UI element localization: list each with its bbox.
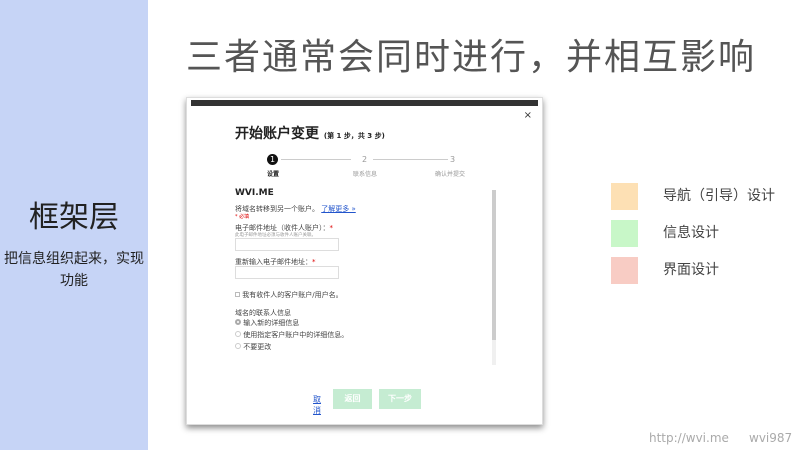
interface-swatch	[611, 257, 638, 284]
footer-author: wvi987	[749, 431, 793, 445]
email-input[interactable]	[235, 238, 339, 251]
reenter-label: 重新输入电子邮件地址：	[235, 258, 312, 266]
step-3-label: 确认并提交	[435, 171, 466, 178]
scrollbar[interactable]	[492, 190, 496, 365]
step-line	[373, 159, 448, 160]
layer-description: 把信息组织起来，实现功能	[4, 251, 144, 289]
radio-label: 不要更改	[243, 343, 272, 351]
radio-new[interactable]	[235, 319, 241, 325]
back-button[interactable]: 返回	[333, 389, 372, 409]
contact-heading: 域名的联系人信息	[235, 309, 291, 317]
step-info: (第 1 步，共 3 步)	[323, 132, 385, 140]
legend-label: 信息设计	[663, 225, 719, 241]
legend-label: 导航（引导）设计	[663, 188, 775, 204]
stepper: 1 2 3 设置 联系信息 确认并提交	[267, 154, 467, 178]
reenter-email-input[interactable]	[235, 266, 339, 279]
dialog-screenshot: × 开始账户变更 (第 1 步，共 3 步) 1 2 3 设置 联系信息 确认并…	[186, 97, 543, 425]
radio-existing[interactable]	[235, 331, 241, 337]
account-checkbox[interactable]	[235, 292, 240, 297]
step-2: 2	[361, 155, 368, 164]
learn-more-link[interactable]: 了解更多 »	[321, 205, 356, 213]
top-bar	[191, 100, 538, 106]
slide-title: 三者通常会同时进行，并相互影响	[186, 37, 757, 78]
email-label: 电子邮件地址（收件人账户）：	[235, 224, 330, 232]
step-1: 1	[267, 154, 278, 165]
domain-name: WVI.ME	[235, 188, 274, 198]
scroll-thumb[interactable]	[492, 190, 496, 340]
radio-label: 输入新的详细信息	[243, 319, 300, 327]
legend-label: 界面设计	[663, 262, 719, 278]
checkbox-label: 我有收件人的客户账户/用户名。	[242, 291, 343, 299]
form-area: WVI.ME 将域名转移到另一个账户。 了解更多 » * 必填 电子邮件地址（收…	[235, 188, 495, 368]
required-asterisk: *	[329, 224, 334, 232]
left-panel: 框架层 把信息组织起来，实现功能	[0, 0, 148, 450]
radio-no-change[interactable]	[235, 343, 241, 349]
heading-text: 开始账户变更	[235, 126, 319, 142]
information-swatch	[611, 220, 638, 247]
close-icon[interactable]: ×	[524, 110, 532, 121]
layer-title: 框架层	[29, 200, 119, 235]
step-line	[281, 159, 351, 160]
required-note: * 必填	[235, 214, 250, 220]
next-button[interactable]: 下一步	[379, 389, 421, 409]
step-2-label: 联系信息	[353, 171, 378, 178]
step-3: 3	[449, 155, 456, 164]
radio-label: 使用指定客户账户中的详细信息。	[243, 331, 349, 339]
navigation-swatch	[611, 183, 638, 210]
footer-url: http://wvi.me	[649, 431, 729, 445]
transfer-text: 将域名转移到另一个账户。	[235, 205, 319, 213]
dialog-heading: 开始账户变更 (第 1 步，共 3 步)	[235, 123, 385, 143]
required-asterisk: *	[312, 258, 316, 266]
step-1-label: 设置	[267, 171, 280, 178]
cancel-link[interactable]: 取消	[313, 394, 321, 416]
